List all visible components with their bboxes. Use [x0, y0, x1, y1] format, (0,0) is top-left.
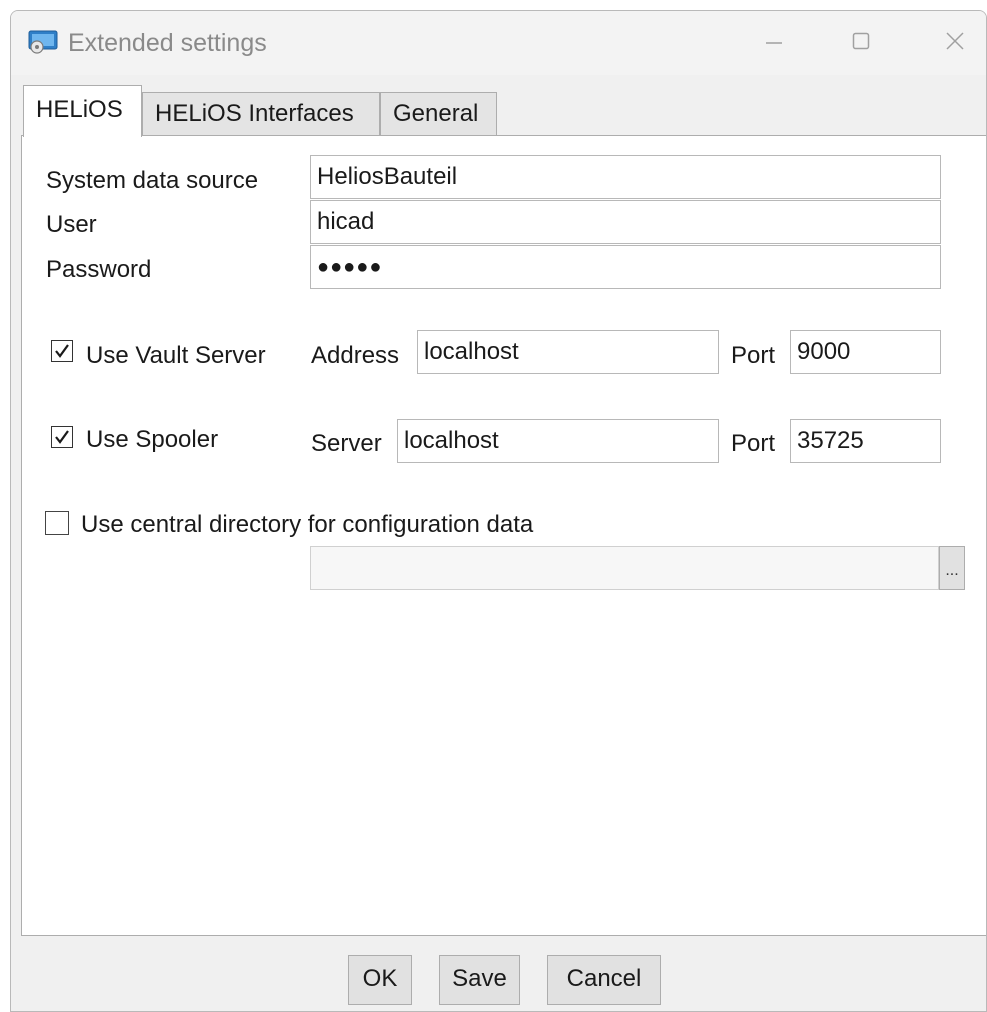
vault-address-label: Address	[311, 342, 400, 369]
cancel-button[interactable]: Cancel	[547, 955, 661, 1005]
title-bar: Extended settings	[11, 11, 986, 75]
password-label: Password	[46, 256, 152, 283]
use-spooler-label: Use Spooler	[86, 426, 219, 453]
use-central-directory-label: Use central directory for configuration …	[81, 511, 534, 538]
tab-helios-interfaces[interactable]: HELiOS Interfaces	[142, 92, 380, 136]
use-vault-server-label: Use Vault Server	[86, 342, 266, 369]
ok-button[interactable]: OK	[348, 955, 412, 1005]
spooler-port-field[interactable]: 35725	[790, 419, 941, 463]
vault-port-label: Port	[731, 342, 776, 369]
minimize-button[interactable]	[751, 23, 797, 59]
user-label: User	[46, 211, 97, 238]
system-data-source-label: System data source	[46, 167, 259, 194]
tab-general[interactable]: General	[380, 92, 497, 136]
minimize-icon	[766, 42, 782, 44]
use-central-directory-checkbox[interactable]	[45, 511, 69, 535]
spooler-server-label: Server	[311, 430, 382, 457]
spooler-port-label: Port	[731, 430, 776, 457]
maximize-icon	[852, 32, 870, 50]
extended-settings-dialog: Extended settings HELiOS HELiOS Interfac…	[10, 10, 987, 1012]
central-directory-path-field[interactable]	[310, 546, 939, 590]
vault-port-field[interactable]: 9000	[790, 330, 941, 374]
vault-address-field[interactable]: localhost	[417, 330, 719, 374]
checkmark-icon	[55, 430, 69, 444]
maximize-button[interactable]	[838, 23, 884, 59]
user-field[interactable]: hicad	[310, 200, 941, 244]
window-title: Extended settings	[68, 29, 267, 57]
close-button[interactable]	[932, 23, 978, 59]
system-data-source-field[interactable]: HeliosBauteil	[310, 155, 941, 199]
spooler-server-field[interactable]: localhost	[397, 419, 719, 463]
password-field[interactable]: ●●●●●	[310, 245, 941, 289]
use-spooler-checkbox[interactable]	[51, 426, 73, 448]
app-icon	[28, 30, 58, 54]
browse-button[interactable]: ...	[939, 546, 965, 590]
tab-helios[interactable]: HELiOS	[23, 85, 142, 137]
checkmark-icon	[55, 344, 69, 358]
save-button[interactable]: Save	[439, 955, 520, 1005]
close-icon	[946, 32, 964, 50]
use-vault-server-checkbox[interactable]	[51, 340, 73, 362]
